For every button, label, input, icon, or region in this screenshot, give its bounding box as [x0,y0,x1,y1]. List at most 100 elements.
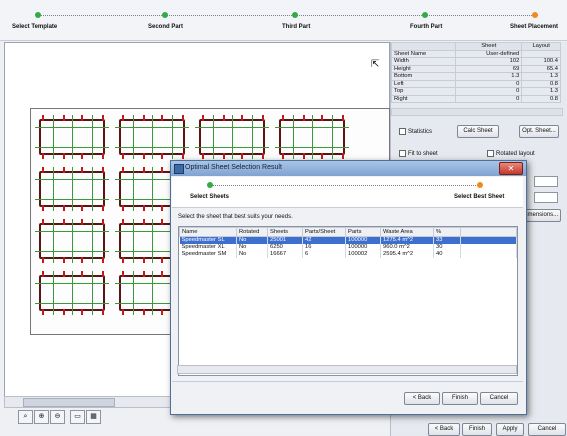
cell[interactable]: 1275.4 m^2 [380,236,434,244]
fold-line [35,231,109,232]
glue-tab [81,257,83,263]
checkbox-label: Fit to sheet [408,151,438,158]
column-header[interactable]: Parts/Sheet [302,227,346,237]
cell[interactable]: 1.3 [455,72,523,81]
glue-tab [342,115,344,121]
step-label-4[interactable]: Fourth Part [410,24,442,30]
cancel-button[interactable]: Cancel [528,423,566,436]
glue-tab [122,219,124,225]
cell[interactable]: Speedmaster SL [179,236,237,244]
cell[interactable]: 100000 [345,244,381,251]
checkbox-box[interactable] [399,150,406,157]
column-header[interactable]: Sheets [267,227,303,237]
cell[interactable]: 0 [455,87,523,96]
fold-line [35,127,109,128]
rotated-layout-checkbox[interactable]: Rotated layout [487,150,535,157]
glue-tab [42,205,44,211]
checkbox-box[interactable] [487,150,494,157]
checkbox-box[interactable] [399,128,406,135]
list-row[interactable]: Speedmaster XL No 6250 16 100000 960.0 m… [179,244,517,251]
cell[interactable]: 69 [455,64,523,73]
fold-line [72,271,73,315]
cell[interactable]: 16667 [267,251,303,258]
cell[interactable]: User-defined [455,49,523,58]
cell[interactable]: No [236,236,268,244]
list-row[interactable]: Speedmaster SM No 16667 6 100002 2595.4 … [179,251,517,258]
table-row: Width 102 100.4 [390,57,561,66]
glue-tab [182,153,184,159]
cell[interactable]: 42 [302,236,346,244]
cell[interactable]: 25001 [267,236,303,244]
cell[interactable]: 30 [433,244,461,251]
dialog-finish-button[interactable]: Finish [442,392,478,405]
layout-part[interactable] [113,113,191,161]
column-header[interactable]: Parts [345,227,381,237]
layout-part[interactable] [33,217,111,265]
step-label-1[interactable]: Select Template [12,24,57,30]
column-header[interactable]: % [433,227,461,237]
cell[interactable]: 0 [455,94,523,103]
cell[interactable]: No [236,251,268,258]
layout-part[interactable] [273,113,351,161]
cell[interactable]: 6250 [267,244,303,251]
fold-line [115,147,189,148]
calc-sheet-button[interactable]: Calc Sheet [457,125,499,138]
dialog-back-button[interactable]: < Back [404,392,440,405]
glue-tab [262,153,264,159]
cell[interactable]: 0 [455,79,523,88]
cell[interactable]: 960.0 m^2 [380,244,434,251]
step-label-2[interactable]: Second Part [148,24,183,30]
cell[interactable]: 100000 [345,236,381,244]
cell[interactable]: 6 [302,251,346,258]
statistics-checkbox[interactable]: Statistics [399,128,432,135]
dialog-cancel-button[interactable]: Cancel [480,392,518,405]
cell[interactable]: Speedmaster SM [179,251,237,258]
cell[interactable]: 102 [455,57,523,66]
layout-part[interactable] [33,165,111,213]
cell[interactable]: 2595.4 m^2 [380,251,434,258]
cell[interactable]: 100002 [345,251,381,258]
glue-tab [202,115,204,121]
scrollbar-thumb[interactable] [23,398,115,407]
sheet-results-list[interactable]: Name Rotated Sheets Parts/Sheet Parts Wa… [178,226,518,376]
fit-to-sheet-checkbox[interactable]: Fit to sheet [399,150,438,157]
dialog-titlebar[interactable]: Optimal Sheet Selection Result ✕ [171,161,526,176]
cell[interactable]: Speedmaster XL [179,244,237,251]
layout-part[interactable] [33,113,111,161]
back-button[interactable]: < Back [428,423,460,436]
column-header[interactable]: Rotated [236,227,268,237]
dialog-list-scrollbar[interactable] [177,365,517,374]
checkbox-label: Statistics [408,129,433,136]
numeric-field-2[interactable] [534,192,558,203]
app-icon [174,164,184,174]
layout-part[interactable] [33,269,111,317]
cell[interactable]: 16 [302,244,346,251]
cell-filler[interactable] [460,251,517,258]
ruler-icon[interactable]: ▭ [70,410,85,424]
glue-tab [161,115,163,121]
zoom-out-icon[interactable]: ⊖ [50,410,65,424]
finish-button[interactable]: Finish [462,423,492,436]
cell-filler[interactable] [460,244,517,251]
numeric-field-1[interactable] [534,176,558,187]
zoom-fit-icon[interactable]: ⌕ [18,410,33,424]
glue-tab [42,167,44,173]
column-header[interactable]: Name [179,227,237,237]
apply-button[interactable]: Apply [496,423,524,436]
layout-part[interactable] [193,113,271,161]
table-scrollbar[interactable] [391,108,563,116]
zoom-in-icon[interactable]: ⊕ [34,410,49,424]
grid-icon[interactable]: ▦ [86,410,101,424]
list-row[interactable]: Speedmaster SL No 25001 42 100000 1275.4… [179,236,517,244]
opt-sheet-button[interactable]: Opt. Sheet... [519,125,559,138]
step-label-5[interactable]: Sheet Placement [510,24,558,30]
cell[interactable]: 33 [433,236,461,244]
close-icon[interactable]: ✕ [499,162,523,175]
glue-tab [241,153,243,159]
cell[interactable]: 40 [433,251,461,258]
cell[interactable]: No [236,244,268,251]
step-label-3[interactable]: Third Part [282,24,310,30]
fold-line [92,115,93,159]
column-header[interactable]: Waste Area [380,227,434,237]
cell-filler[interactable] [460,236,517,244]
